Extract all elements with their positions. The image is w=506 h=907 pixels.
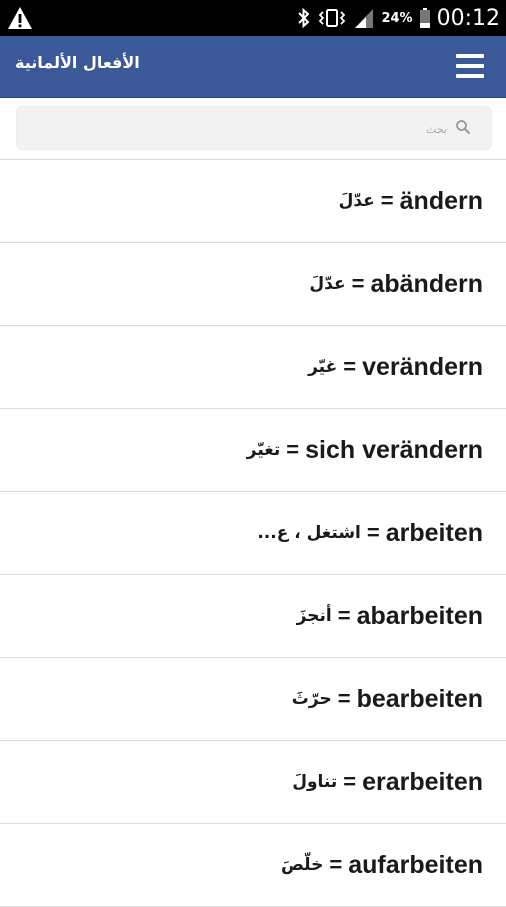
german-verb: sich verändern (305, 435, 483, 464)
arabic-translation: عدّلَ (338, 191, 375, 211)
app-title: الأفعال الألمانية (15, 53, 140, 72)
status-bar: 24% 00:12 (0, 0, 506, 36)
clock: 00:12 (436, 5, 500, 31)
verb-list: عدّلَ = ändern عدّلَ = abändern غيّر = verände… (0, 159, 506, 907)
battery-percent: 24% (381, 10, 413, 26)
german-verb: bearbeiten (356, 684, 483, 713)
german-verb: arbeiten (385, 518, 483, 547)
search-box[interactable] (16, 106, 492, 150)
list-item[interactable]: اشتغل ، ع... = arbeiten (0, 492, 506, 575)
vibrate-icon (319, 9, 346, 27)
battery-icon (419, 8, 430, 28)
app-bar: الأفعال الألمانية (0, 36, 506, 98)
arabic-translation: غيّر (308, 357, 338, 377)
german-verb: aufarbeiten (348, 850, 483, 879)
german-verb: abarbeiten (356, 601, 483, 630)
search-icon (456, 120, 471, 135)
german-verb: verändern (362, 352, 483, 381)
signal-icon (355, 9, 374, 28)
german-verb: abändern (370, 269, 483, 298)
warning-icon (8, 7, 32, 29)
arabic-translation: حرّثَ (291, 689, 332, 709)
hamburger-menu-icon[interactable] (456, 54, 484, 78)
arabic-translation: أنجزَ (296, 606, 332, 626)
list-item[interactable]: عدّلَ = abändern (0, 243, 506, 326)
german-verb: erarbeiten (362, 767, 483, 796)
list-item[interactable]: غيّر = verändern (0, 326, 506, 409)
list-item[interactable]: تغيّر = sich verändern (0, 409, 506, 492)
arabic-translation: اشتغل ، ع... (257, 523, 361, 543)
status-icons: 24% 00:12 (297, 0, 500, 36)
arabic-translation: خلّصَ (280, 855, 324, 875)
search-input[interactable] (65, 117, 449, 141)
search-bar (0, 98, 506, 159)
list-item[interactable]: عدّلَ = ändern (0, 160, 506, 243)
list-item[interactable]: خلّصَ = aufarbeiten (0, 824, 506, 907)
arabic-translation: عدّلَ (309, 274, 346, 294)
list-item[interactable]: أنجزَ = abarbeiten (0, 575, 506, 658)
bluetooth-icon (298, 7, 310, 29)
arabic-translation: تغيّر (246, 440, 281, 460)
list-item[interactable]: حرّثَ = bearbeiten (0, 658, 506, 741)
german-verb: ändern (399, 186, 483, 215)
arabic-translation: تناولَ (292, 772, 338, 792)
list-item[interactable]: تناولَ = erarbeiten (0, 741, 506, 824)
